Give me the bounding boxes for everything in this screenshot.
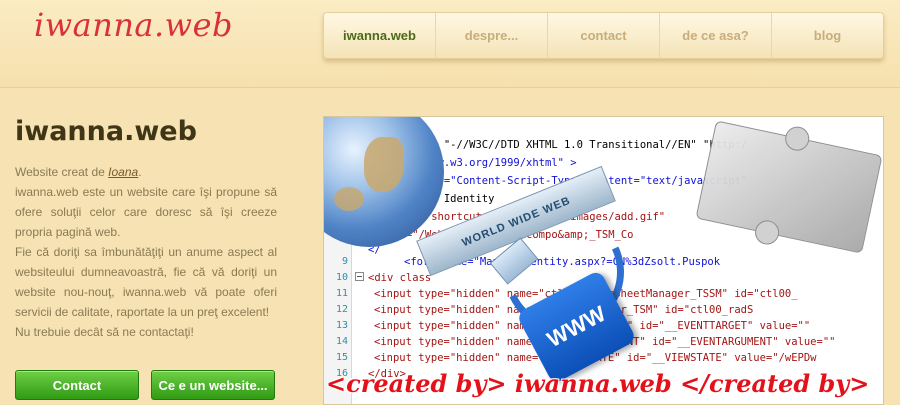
creator-link[interactable]: Ioana — [108, 165, 138, 179]
nav-item-home[interactable]: iwanna.web — [324, 13, 436, 58]
line-number: 15 — [335, 352, 348, 363]
intro-paragraph-1: iwanna.web este un website care îşi prop… — [15, 185, 277, 239]
what-is-website-button[interactable]: Ce e un website... — [151, 370, 275, 400]
line-number: 14 — [335, 336, 348, 347]
line-number: 10 — [335, 272, 348, 283]
created-by-watermark: <created by> iwanna.web </created by> — [326, 369, 870, 398]
line-number: 11 — [335, 288, 348, 299]
nav-item-blog[interactable]: blog — [772, 13, 883, 58]
created-suffix: . — [138, 165, 142, 179]
header: iwanna.web iwanna.web despre... contact … — [0, 0, 900, 88]
intro-text: Website creat de Ioana. iwanna.web este … — [15, 162, 277, 342]
site-logo[interactable]: iwanna.web — [34, 6, 233, 44]
nav-item-contact[interactable]: contact — [548, 13, 660, 58]
nav-item-about[interactable]: despre... — [436, 13, 548, 58]
created-prefix: Website creat de — [15, 165, 109, 179]
line-number: 9 — [341, 256, 348, 267]
globe-land — [364, 137, 404, 192]
line-number: 12 — [335, 304, 348, 315]
collapse-icon[interactable] — [355, 272, 364, 281]
nav-item-why[interactable]: de ce asa? — [660, 13, 772, 58]
contact-button[interactable]: Contact — [15, 370, 139, 400]
created-by-line: Website creat de Ioana. — [15, 162, 277, 182]
cta-buttons: Contact Ce e un website... — [15, 370, 275, 400]
code-text: <div class — [368, 272, 432, 284]
intro-paragraph-3: Nu trebuie decât să ne contactaţi! — [15, 325, 194, 339]
intro-paragraph-2: Fie că doriţi sa îmbunătăţiţi un anume a… — [15, 245, 277, 319]
page-title: iwanna.web — [15, 116, 197, 147]
hero-image: html PUBLIC "-//W3C//DTD XHTML 1.0 Trans… — [323, 116, 884, 405]
line-number: 13 — [335, 320, 348, 331]
intro-section: iwanna.web Website creat de Ioana. iwann… — [15, 116, 277, 342]
main-nav: iwanna.web despre... contact de ce asa? … — [323, 12, 884, 59]
globe-land — [334, 187, 364, 211]
